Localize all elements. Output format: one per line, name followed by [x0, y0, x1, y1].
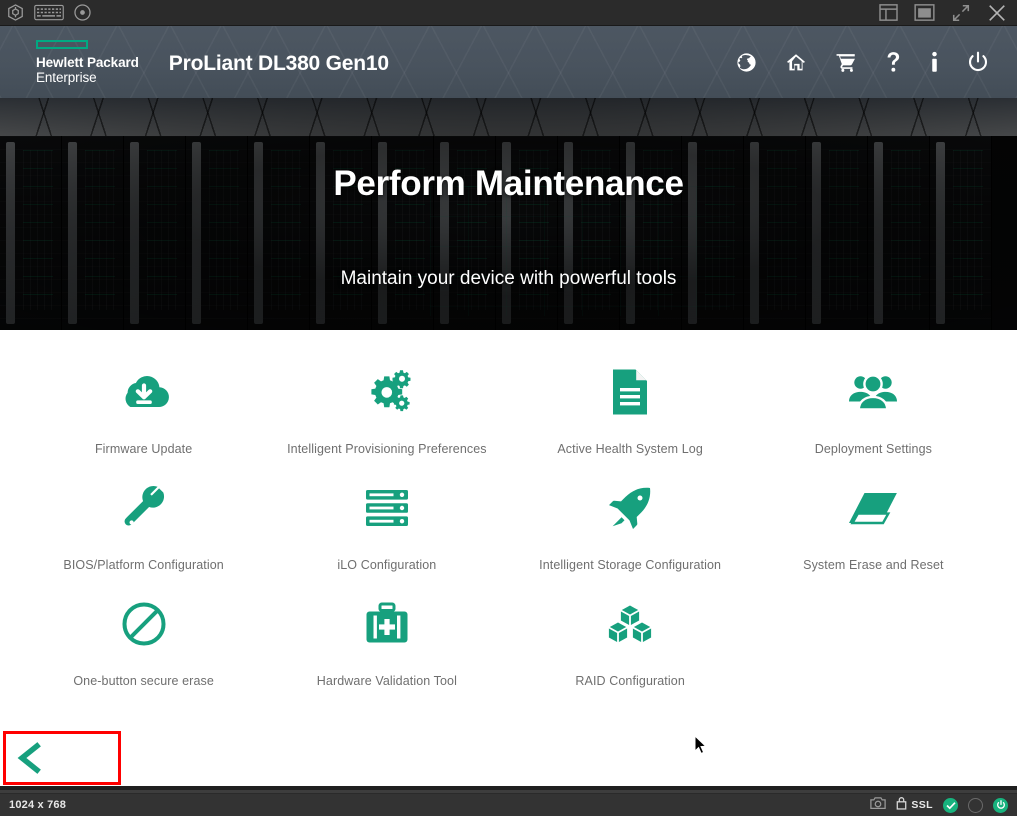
tile-label: System Erase and Reset — [803, 558, 944, 572]
tile-intelligent-storage-configuration[interactable]: Intelligent Storage Configuration — [509, 474, 752, 590]
page-title: Perform Maintenance — [333, 164, 684, 203]
tile-label: One-button secure erase — [73, 674, 214, 688]
tile-active-health-system-log[interactable]: Active Health System Log — [509, 358, 752, 474]
camera-icon[interactable] — [870, 796, 887, 815]
health-ok-indicator[interactable] — [943, 797, 958, 813]
uid-indicator[interactable] — [968, 797, 983, 813]
hpe-logo: Hewlett Packard Enterprise — [0, 39, 139, 85]
cart-icon[interactable] — [835, 52, 857, 73]
wrench-icon — [120, 480, 168, 536]
header-icon-bar — [736, 51, 1017, 74]
hero-banner: Perform Maintenance Maintain your device… — [0, 98, 1017, 330]
back-navigation-area — [3, 731, 121, 785]
status-bar: 1024 x 768 SSL — [0, 793, 1017, 816]
tile-label: Deployment Settings — [814, 442, 932, 456]
eraser-icon — [847, 480, 899, 536]
product-title: ProLiant DL380 Gen10 — [168, 52, 389, 75]
tile-label: Active Health System Log — [557, 442, 703, 456]
tile-raid-configuration[interactable]: RAID Configuration — [509, 590, 752, 706]
console-toolbar-right — [879, 3, 1017, 23]
globe-icon[interactable] — [736, 52, 757, 73]
tile-system-erase-and-reset[interactable]: System Erase and Reset — [752, 474, 995, 590]
cloud-download-icon — [118, 364, 170, 420]
tile-label: Intelligent Provisioning Preferences — [287, 442, 487, 456]
gears-icon — [363, 364, 411, 420]
hpe-brand-line1: Hewlett Packard — [36, 54, 139, 70]
cubes-icon — [606, 596, 654, 652]
lock-icon — [896, 796, 907, 815]
tile-deployment-settings[interactable]: Deployment Settings — [752, 358, 995, 474]
tile-label: Intelligent Storage Configuration — [539, 558, 722, 572]
tile-one-button-secure-erase[interactable]: One-button secure erase — [22, 590, 265, 706]
ssl-label: SSL — [911, 799, 933, 811]
mouse-cursor — [694, 734, 707, 760]
tile-ilo-configuration[interactable]: iLO Configuration — [265, 474, 508, 590]
maintenance-content: Firmware Update Intelligent Provisioning… — [0, 330, 1017, 786]
people-group-icon — [847, 364, 899, 420]
hpe-logo-mark — [36, 39, 88, 49]
page-subtitle: Maintain your device with powerful tools — [340, 268, 677, 289]
help-icon[interactable] — [885, 51, 902, 73]
ilo-remote-console: Hewlett Packard Enterprise ProLiant DL38… — [0, 0, 1017, 816]
tile-label: RAID Configuration — [575, 674, 685, 688]
layout-icon[interactable] — [879, 4, 898, 21]
tile-label: Hardware Validation Tool — [316, 674, 457, 688]
tile-label: BIOS/Platform Configuration — [63, 558, 224, 572]
tile-label: Firmware Update — [94, 442, 193, 456]
tile-label: iLO Configuration — [337, 558, 437, 572]
tile-hardware-validation-tool[interactable]: Hardware Validation Tool — [265, 590, 508, 706]
tile-placeholder — [752, 590, 995, 706]
virtual-disc-icon[interactable] — [73, 3, 92, 22]
rocket-icon — [607, 480, 653, 536]
hpe-brand-line2: Enterprise — [36, 69, 97, 85]
tile-bios-platform-configuration[interactable]: BIOS/Platform Configuration — [22, 474, 265, 590]
maintenance-tile-grid: Firmware Update Intelligent Provisioning… — [0, 330, 1017, 706]
ssl-indicator: SSL — [896, 796, 933, 815]
home-icon[interactable] — [785, 52, 807, 73]
first-aid-kit-icon — [365, 596, 409, 652]
fullscreen-icon[interactable] — [951, 3, 971, 23]
info-icon[interactable] — [930, 51, 939, 73]
prohibited-icon — [121, 596, 167, 652]
power-icon[interactable] — [967, 51, 989, 74]
console-toolbar-left — [0, 3, 92, 22]
window-icon[interactable] — [914, 4, 935, 21]
hpe-header: Hewlett Packard Enterprise ProLiant DL38… — [0, 26, 1017, 98]
keyboard-icon[interactable] — [34, 4, 64, 21]
close-icon[interactable] — [987, 3, 1007, 23]
tile-intelligent-provisioning-preferences[interactable]: Intelligent Provisioning Preferences — [265, 358, 508, 474]
status-indicators: SSL — [870, 796, 1017, 815]
tile-firmware-update[interactable]: Firmware Update — [22, 358, 265, 474]
resolution-label: 1024 x 768 — [9, 799, 67, 811]
document-icon — [610, 364, 650, 420]
virtual-media-icon[interactable] — [6, 3, 25, 22]
power-indicator[interactable] — [993, 797, 1008, 813]
back-button[interactable] — [11, 741, 47, 775]
console-toolbar — [0, 0, 1017, 26]
server-stack-icon — [364, 480, 410, 536]
